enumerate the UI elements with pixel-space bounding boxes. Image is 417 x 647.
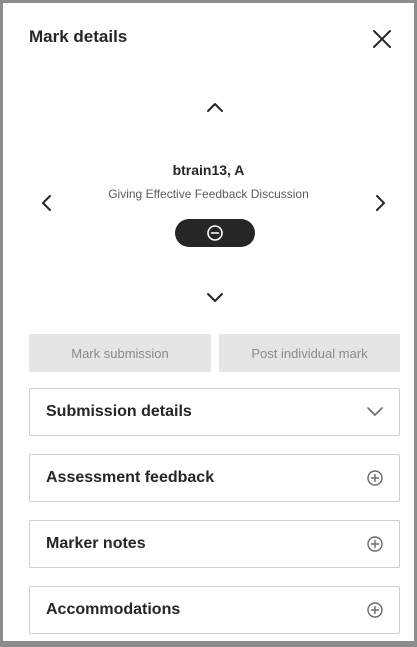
chevron-down-icon [207, 293, 223, 302]
section-marker-notes[interactable]: Marker notes [29, 520, 400, 568]
student-name: btrain13, A [172, 162, 245, 178]
post-individual-mark-button[interactable]: Post individual mark [219, 334, 400, 372]
panel-title: Mark details [29, 27, 128, 46]
section-accommodations[interactable]: Accommodations [29, 586, 400, 634]
section-label: Submission details [46, 403, 192, 420]
chevron-down-icon [365, 402, 385, 422]
next-item-button[interactable] [202, 285, 228, 311]
plus-circle-icon [365, 534, 385, 554]
section-submission-details[interactable]: Submission details [29, 388, 400, 436]
section-label: Marker notes [46, 535, 146, 552]
plus-circle-icon [365, 600, 385, 620]
mark-submission-button[interactable]: Mark submission [29, 334, 211, 372]
panel-header: Mark details [3, 3, 414, 75]
next-student-button[interactable] [368, 190, 394, 216]
section-assessment-feedback[interactable]: Assessment feedback [29, 454, 400, 502]
previous-item-button[interactable] [202, 94, 228, 120]
close-button[interactable] [368, 25, 396, 53]
section-label: Assessment feedback [46, 469, 215, 486]
chevron-right-icon [376, 195, 385, 211]
status-toggle[interactable] [175, 219, 255, 247]
section-label: Accommodations [46, 601, 181, 618]
chevron-up-icon [207, 103, 223, 112]
close-icon [373, 30, 391, 48]
assignment-title: Giving Effective Feedback Discussion [108, 187, 309, 201]
plus-circle-icon [365, 468, 385, 488]
minus-circle-icon [207, 225, 223, 241]
mark-details-panel: Mark details btrain13, A Giving Effectiv… [0, 0, 417, 647]
